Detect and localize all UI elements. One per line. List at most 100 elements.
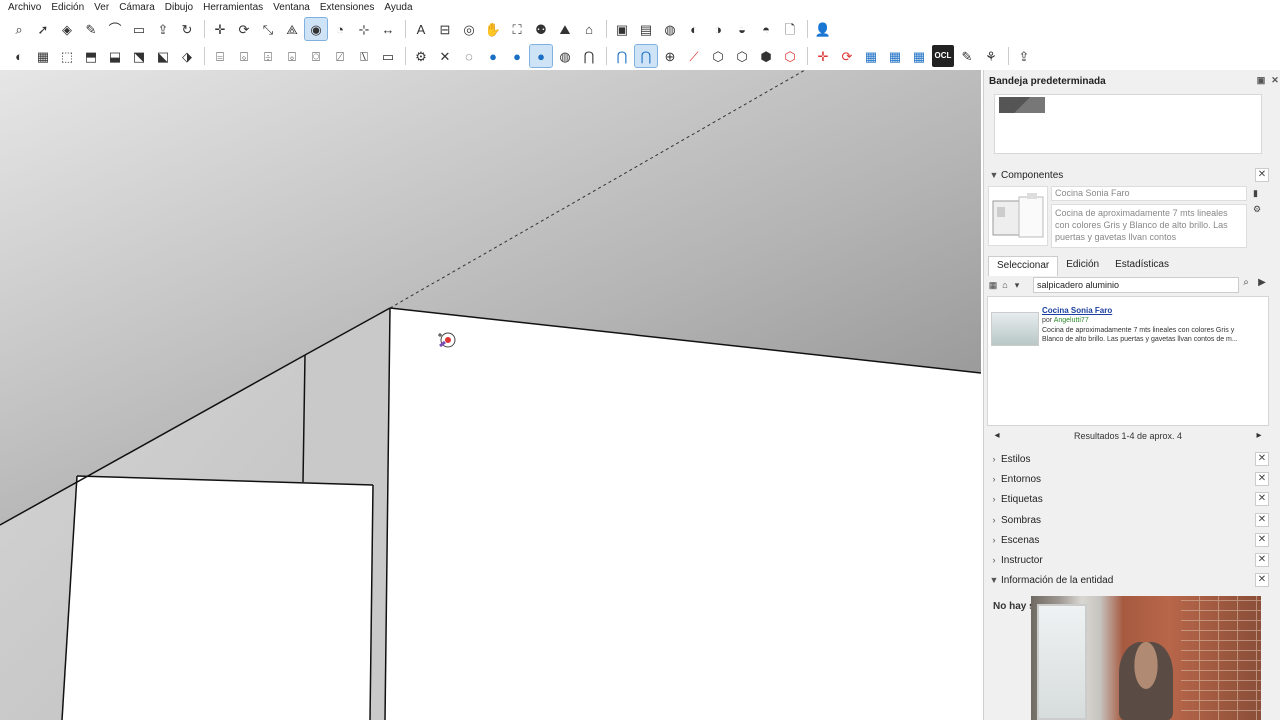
grid-3-icon[interactable]: ▦: [908, 45, 930, 67]
panel-etiquetas[interactable]: › Etiquetas ✕: [987, 490, 1269, 508]
monochrome-icon[interactable]: ⬕: [152, 45, 174, 67]
search-icon[interactable]: ⌕: [1239, 277, 1253, 293]
brush-icon[interactable]: ✎: [956, 45, 978, 67]
eraser-icon[interactable]: ◈: [56, 18, 78, 40]
details-arrow-icon[interactable]: ▶: [1255, 277, 1269, 293]
magnet-icon[interactable]: ⋂: [578, 45, 600, 67]
pan-icon[interactable]: ✋: [482, 18, 504, 40]
back-view-icon[interactable]: ⌻: [281, 45, 303, 67]
hex-2-icon[interactable]: ⬡: [731, 45, 753, 67]
section-cut-icon[interactable]: ⍂: [353, 45, 375, 67]
ocl-icon[interactable]: OCL: [932, 45, 954, 67]
walk-icon[interactable]: ⚉: [530, 18, 552, 40]
section-fill-icon[interactable]: ⍁: [329, 45, 351, 67]
solid-intersect-icon[interactable]: ◐: [683, 18, 705, 40]
component-name-field[interactable]: Cocina Sonia Faro: [1051, 186, 1247, 201]
top-view-icon[interactable]: ⌸: [209, 45, 231, 67]
components-panel-header[interactable]: ▼ Componentes ✕: [987, 166, 1269, 184]
drop-active-icon[interactable]: ●: [529, 44, 553, 68]
grid-2-icon[interactable]: ▦: [884, 45, 906, 67]
menu-item-ver[interactable]: Ver: [94, 2, 109, 13]
result-title-link[interactable]: Cocina Sonia Faro: [1042, 306, 1112, 315]
magnet-blue-icon[interactable]: ⋂: [611, 45, 633, 67]
xray-icon[interactable]: ▦: [32, 45, 54, 67]
sandbox-icon[interactable]: ⛰: [554, 18, 576, 40]
close-icon[interactable]: ✕: [1255, 492, 1269, 506]
components-search-input[interactable]: [1033, 277, 1239, 293]
next-page-icon[interactable]: ▸: [1253, 428, 1265, 444]
protractor-icon[interactable]: ◔: [329, 18, 351, 40]
user-icon[interactable]: 👤: [812, 18, 834, 40]
dimension-icon[interactable]: ↔: [377, 18, 399, 40]
layout-icon[interactable]: ▤: [635, 18, 657, 40]
rectangle-icon[interactable]: ▭: [128, 18, 150, 40]
close-icon[interactable]: ✕: [1270, 75, 1280, 85]
panel-entity-info[interactable]: ▼ Información de la entidad ✕: [987, 571, 1269, 589]
gear-icon[interactable]: ⚙: [410, 45, 432, 67]
hex-3-icon[interactable]: ⬢: [755, 45, 777, 67]
close-icon[interactable]: ✕: [434, 45, 456, 67]
chevron-down-icon[interactable]: ▾: [1011, 280, 1023, 291]
drop-outline-icon[interactable]: ◌: [458, 45, 480, 67]
select-icon[interactable]: ➚: [32, 18, 54, 40]
zoom-extents-icon[interactable]: ⛶: [506, 18, 528, 40]
add-circle-icon[interactable]: ⊕: [659, 45, 681, 67]
home-icon[interactable]: ⌂: [999, 280, 1011, 290]
close-icon[interactable]: ✕: [1255, 573, 1269, 587]
arc-icon[interactable]: ⌒: [104, 18, 126, 40]
tab-estadisticas[interactable]: Estadísticas: [1107, 256, 1177, 276]
extension-warehouse-icon[interactable]: ▣: [611, 18, 633, 40]
magnet-active-icon[interactable]: ⋂: [634, 44, 658, 68]
export-icon[interactable]: ▮: [1253, 188, 1263, 198]
menu-item-archivo[interactable]: Archivo: [8, 2, 41, 13]
material-swatch[interactable]: [999, 97, 1045, 113]
solid-split-icon[interactable]: ◒: [731, 18, 753, 40]
text-icon[interactable]: A: [410, 18, 432, 40]
tab-seleccionar[interactable]: Seleccionar: [988, 256, 1059, 276]
pencil-icon[interactable]: ✎: [80, 18, 102, 40]
close-icon[interactable]: ✕: [1255, 168, 1269, 182]
push-pull-icon[interactable]: ⇪: [152, 18, 174, 40]
hex-icon[interactable]: ⬡: [707, 45, 729, 67]
menu-item-extensiones[interactable]: Extensiones: [320, 2, 374, 13]
panel-entornos[interactable]: › Entornos ✕: [987, 470, 1269, 488]
orbit-icon[interactable]: ◎: [458, 18, 480, 40]
axes-icon[interactable]: ⊹: [353, 18, 375, 40]
grid-icon[interactable]: ▦: [860, 45, 882, 67]
close-icon[interactable]: ✕: [1255, 472, 1269, 486]
offset-icon[interactable]: ⟁: [281, 18, 303, 40]
panel-instructor[interactable]: › Instructor ✕: [987, 551, 1269, 569]
new-file-icon[interactable]: 🗋: [779, 18, 801, 40]
panel-sombras[interactable]: › Sombras ✕: [987, 511, 1269, 529]
front-view-icon[interactable]: ⌺: [233, 45, 255, 67]
component-options-icon[interactable]: ⚙: [1253, 204, 1263, 214]
scale-icon[interactable]: ⤡: [257, 18, 279, 40]
solid-union-icon[interactable]: ◍: [659, 18, 681, 40]
line-tool-icon[interactable]: ⟋: [683, 45, 705, 67]
drop-blue-filled-icon[interactable]: ●: [506, 45, 528, 67]
close-icon[interactable]: ✕: [1255, 533, 1269, 547]
panel-estilos[interactable]: › Estilos ✕: [987, 450, 1269, 468]
panel-escenas[interactable]: › Escenas ✕: [987, 531, 1269, 549]
drop-gray-icon[interactable]: ◍: [554, 45, 576, 67]
previous-page-icon[interactable]: ◂: [991, 428, 1003, 444]
left-view-icon[interactable]: ⌼: [305, 45, 327, 67]
cross-red-icon[interactable]: ✛: [812, 45, 834, 67]
result-thumbnail[interactable]: [991, 312, 1039, 346]
move-icon[interactable]: ✛: [209, 18, 231, 40]
drop-blue-icon[interactable]: ●: [482, 45, 504, 67]
wireframe-icon[interactable]: ⬚: [56, 45, 78, 67]
pin-icon[interactable]: ▣: [1256, 75, 1266, 85]
rotate-icon[interactable]: ⟳: [233, 18, 255, 40]
view-options-icon[interactable]: ▦: [987, 280, 999, 291]
tab-edicion[interactable]: Edición: [1058, 256, 1107, 276]
model-viewport[interactable]: [0, 70, 981, 720]
menu-item-dibujo[interactable]: Dibujo: [165, 2, 193, 13]
textured-icon[interactable]: ⬔: [128, 45, 150, 67]
tree-icon[interactable]: ⚘: [980, 45, 1002, 67]
solid-trim-icon[interactable]: ◑: [707, 18, 729, 40]
tape-measure-icon[interactable]: ◉: [304, 17, 328, 41]
rectangle-select-icon[interactable]: ▭: [377, 45, 399, 67]
hex-red-icon[interactable]: ⬡: [779, 45, 801, 67]
export-icon[interactable]: ⇪: [1013, 45, 1035, 67]
